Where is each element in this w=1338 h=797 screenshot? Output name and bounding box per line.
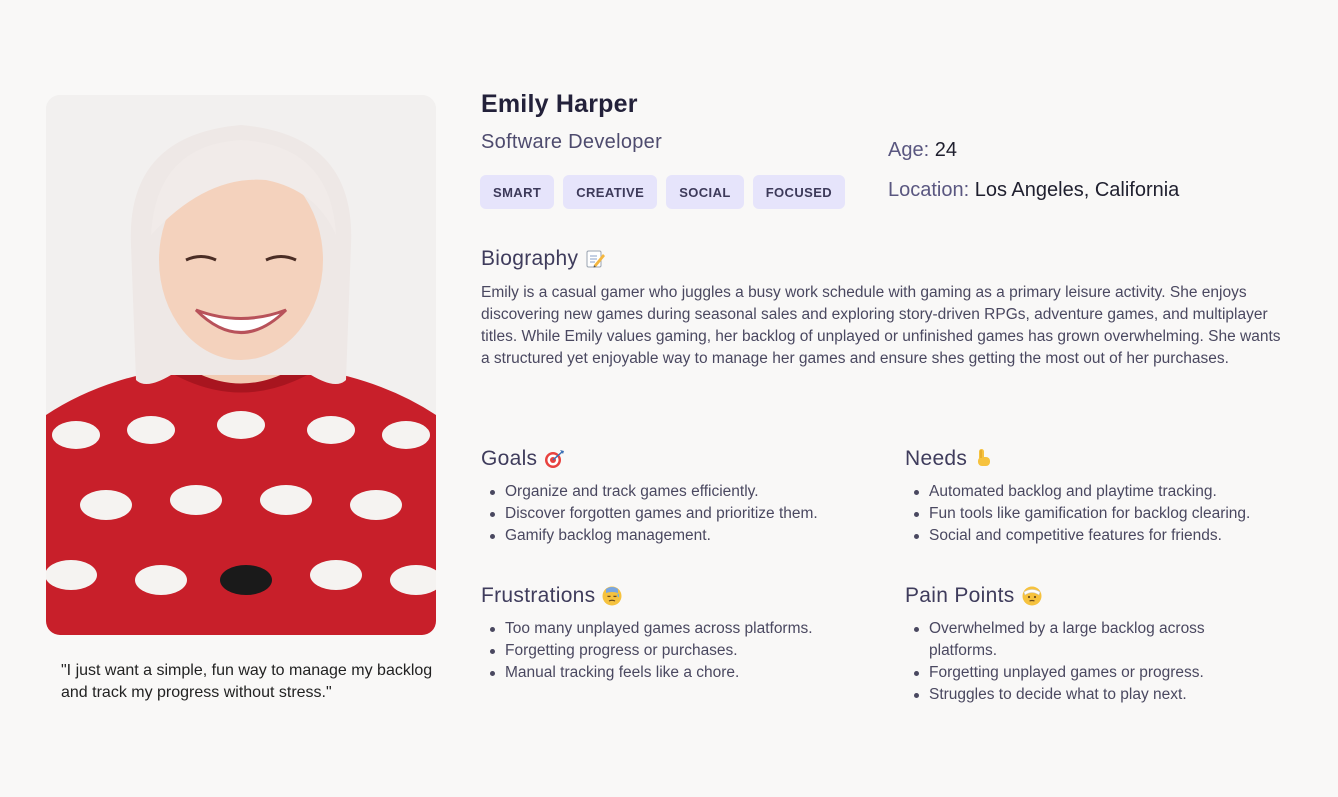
persona-role: Software Developer — [481, 131, 663, 153]
biography-title: Biography — [481, 247, 579, 270]
biography-heading: Biography — [481, 247, 606, 271]
age-value: 24 — [934, 139, 957, 161]
frustrations-title: Frustrations — [481, 584, 596, 607]
frustrations-heading: Frustrations — [481, 584, 623, 608]
goals-heading: Goals — [481, 447, 565, 471]
list-item: Fun tools like gamification for backlog … — [905, 503, 1250, 525]
pain-points-title: Pain Points — [905, 584, 1015, 607]
persona-photo-illustration — [46, 95, 436, 635]
needs-list: Automated backlog and playtime tracking.… — [905, 481, 1250, 547]
goals-list: Organize and track games efficiently. Di… — [481, 481, 818, 547]
age-label: Age: — [888, 139, 930, 161]
list-item: Gamify backlog management. — [481, 525, 818, 547]
persona-photo — [46, 95, 436, 635]
list-item: Too many unplayed games across platforms… — [481, 618, 813, 640]
needs-heading: Needs — [905, 447, 995, 471]
age-field: Age: 24 — [888, 139, 957, 162]
list-item: Automated backlog and playtime tracking. — [905, 481, 1250, 503]
list-item: Social and competitive features for frie… — [905, 525, 1250, 547]
location-field: Location: Los Angeles, California — [888, 179, 1179, 202]
memo-icon — [586, 250, 606, 268]
list-item: Organize and track games efficiently. — [481, 481, 818, 503]
biography-text: Emily is a casual gamer who juggles a bu… — [481, 284, 1281, 367]
frustrations-list: Too many unplayed games across platforms… — [481, 618, 813, 684]
list-item: Discover forgotten games and prioritize … — [481, 503, 818, 525]
pointing-down-icon — [978, 449, 991, 466]
needs-title: Needs — [905, 447, 968, 470]
location-label: Location: — [888, 179, 970, 201]
target-icon — [545, 450, 565, 468]
pain-points-list: Overwhelmed by a large backlog across pl… — [905, 618, 1235, 706]
face-with-head-bandage-icon — [1022, 586, 1042, 606]
pain-points-heading: Pain Points — [905, 584, 1043, 608]
list-item: Forgetting unplayed games or progress. — [905, 662, 1235, 684]
list-item: Forgetting progress or purchases. — [481, 640, 813, 662]
trait-tag: SOCIAL — [666, 175, 744, 209]
persona-name: Emily Harper — [481, 90, 638, 118]
trait-tags: SMART CREATIVE SOCIAL FOCUSED — [480, 175, 846, 209]
downcast-sweat-face-icon — [602, 586, 622, 606]
list-item: Overwhelmed by a large backlog across pl… — [905, 618, 1235, 662]
goals-title: Goals — [481, 447, 538, 470]
persona-quote: "I just want a simple, fun way to manage… — [61, 662, 433, 701]
list-item: Struggles to decide what to play next. — [905, 684, 1235, 706]
trait-tag: SMART — [480, 175, 555, 209]
trait-tag: FOCUSED — [752, 175, 846, 209]
location-value: Los Angeles, California — [974, 179, 1180, 201]
trait-tag: CREATIVE — [563, 175, 658, 209]
list-item: Manual tracking feels like a chore. — [481, 662, 813, 684]
